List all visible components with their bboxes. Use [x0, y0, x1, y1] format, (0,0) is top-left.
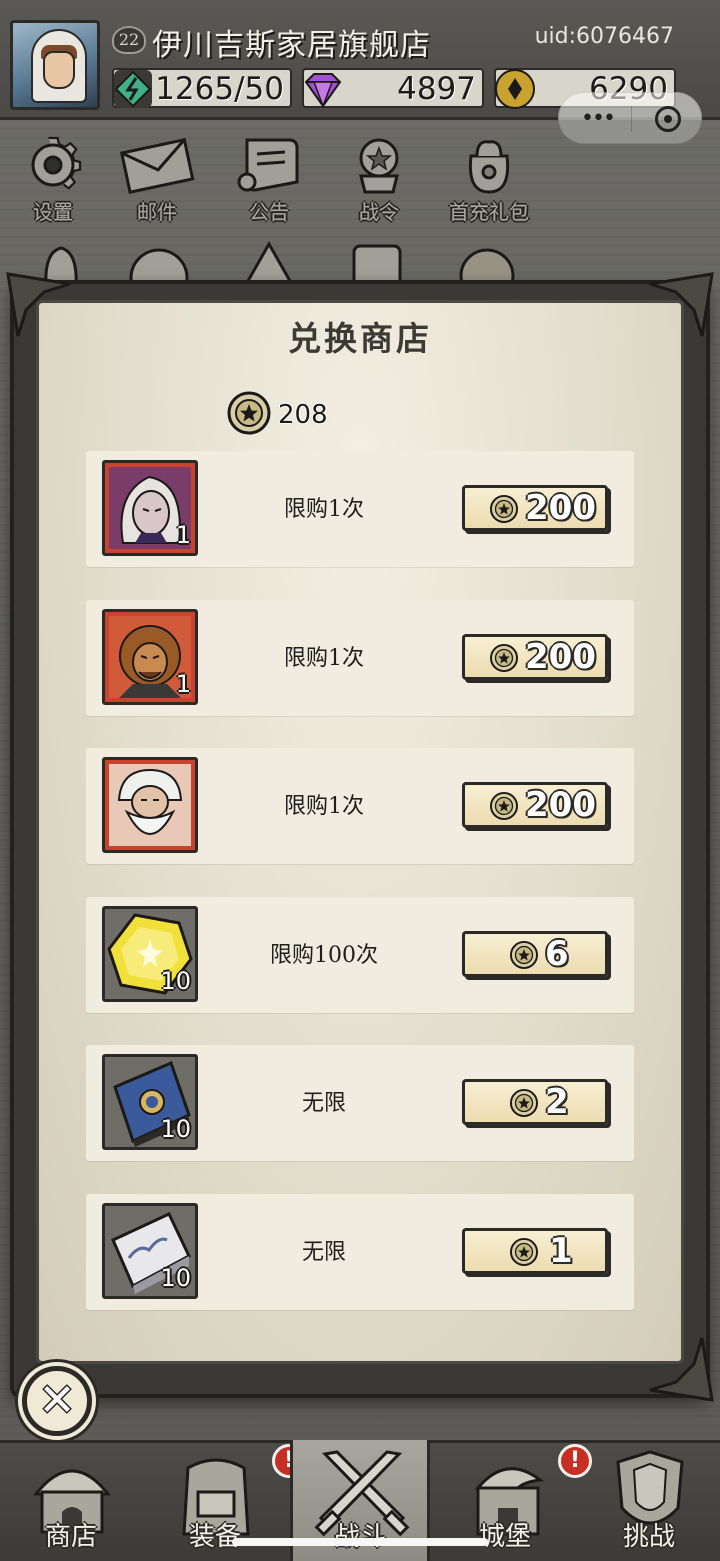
item-quantity: 10	[160, 967, 191, 995]
player-avatar[interactable]	[10, 20, 100, 110]
shop-item-row: 1 限购1次 200	[86, 600, 634, 716]
blue-tome-icon: 10	[102, 1054, 198, 1150]
close-shop-button[interactable]: ✕	[22, 1366, 92, 1436]
shop-title: 兑换商店	[288, 319, 432, 358]
energy-crystal-icon	[114, 70, 152, 108]
item-purchase-limit: 限购100次	[270, 943, 378, 968]
gem-resource[interactable]: 4897	[302, 68, 484, 109]
item-quantity: 10	[160, 1264, 191, 1292]
shop-item-row: 10 无限 2	[86, 1045, 634, 1161]
shop-item-row: 限购1次 200	[86, 748, 634, 864]
hero-white-hair-portrait: 1	[102, 460, 198, 556]
buy-button[interactable]: 200	[462, 634, 608, 680]
item-price: 200	[525, 637, 596, 677]
nav-label: 商店	[44, 1522, 97, 1552]
item-quantity: 1	[175, 670, 191, 698]
gem-value: 4897	[397, 71, 476, 107]
exchange-coin-icon	[489, 494, 519, 524]
hero-lion-warrior-portrait: 1	[102, 609, 198, 705]
exchange-coin-icon	[509, 1237, 539, 1267]
yellow-crystal-icon: 10	[102, 906, 198, 1002]
energy-resource[interactable]: 1265/50	[112, 68, 292, 108]
nav-shop[interactable]: 商店	[6, 1440, 136, 1561]
exchange-coin-icon	[489, 791, 519, 821]
item-price: 1	[549, 1231, 573, 1271]
currency-balance-value: 208	[278, 400, 328, 430]
buy-button[interactable]: 1	[462, 1228, 608, 1274]
nav-label: 城堡	[478, 1522, 531, 1552]
item-price: 2	[545, 1082, 569, 1122]
exchange-coin-icon	[509, 1088, 539, 1118]
exchange-coin-icon	[509, 940, 539, 970]
item-purchase-limit: 限购1次	[284, 794, 364, 819]
purple-gem-icon	[304, 73, 342, 109]
player-level-badge: 22	[112, 26, 146, 54]
energy-value: 1265/50	[155, 71, 284, 107]
item-price: 200	[525, 785, 596, 825]
item-quantity: 10	[160, 1115, 191, 1143]
close-icon: ✕	[38, 1375, 76, 1426]
item-price: 200	[525, 488, 596, 528]
player-uid: uid:6076467	[534, 24, 674, 49]
buy-button[interactable]: 2	[462, 1079, 608, 1125]
item-purchase-limit: 无限	[301, 1240, 346, 1265]
avatar-face	[43, 51, 75, 89]
nav-label: 战斗	[333, 1522, 386, 1552]
buy-button[interactable]: 200	[462, 782, 608, 828]
player-name: 伊川吉斯家居旗舰店	[152, 28, 431, 63]
buy-button[interactable]: 6	[462, 931, 608, 977]
item-purchase-limit: 限购1次	[284, 646, 364, 671]
buy-button[interactable]: 200	[462, 485, 608, 531]
silver-ingot-icon: 10	[102, 1203, 198, 1299]
nav-label: 挑战	[622, 1522, 675, 1552]
item-purchase-limit: 限购1次	[284, 497, 364, 522]
item-quantity: 1	[175, 521, 191, 549]
shop-item-row: 10 限购100次 6	[86, 897, 634, 1013]
gold-coin-icon	[495, 69, 535, 109]
nav-challenge[interactable]: 挑战	[584, 1440, 714, 1561]
exchange-coin-icon	[227, 391, 271, 435]
nav-label: 装备	[188, 1522, 241, 1552]
shop-item-row: 10 无限 1	[86, 1194, 634, 1310]
exchange-coin-icon	[489, 643, 519, 673]
hero-old-sage-portrait	[102, 757, 198, 853]
item-purchase-limit: 无限	[301, 1091, 346, 1116]
shop-item-row: 1 限购1次 200	[86, 451, 634, 567]
item-price: 6	[545, 934, 569, 974]
home-indicator[interactable]	[232, 1538, 488, 1546]
